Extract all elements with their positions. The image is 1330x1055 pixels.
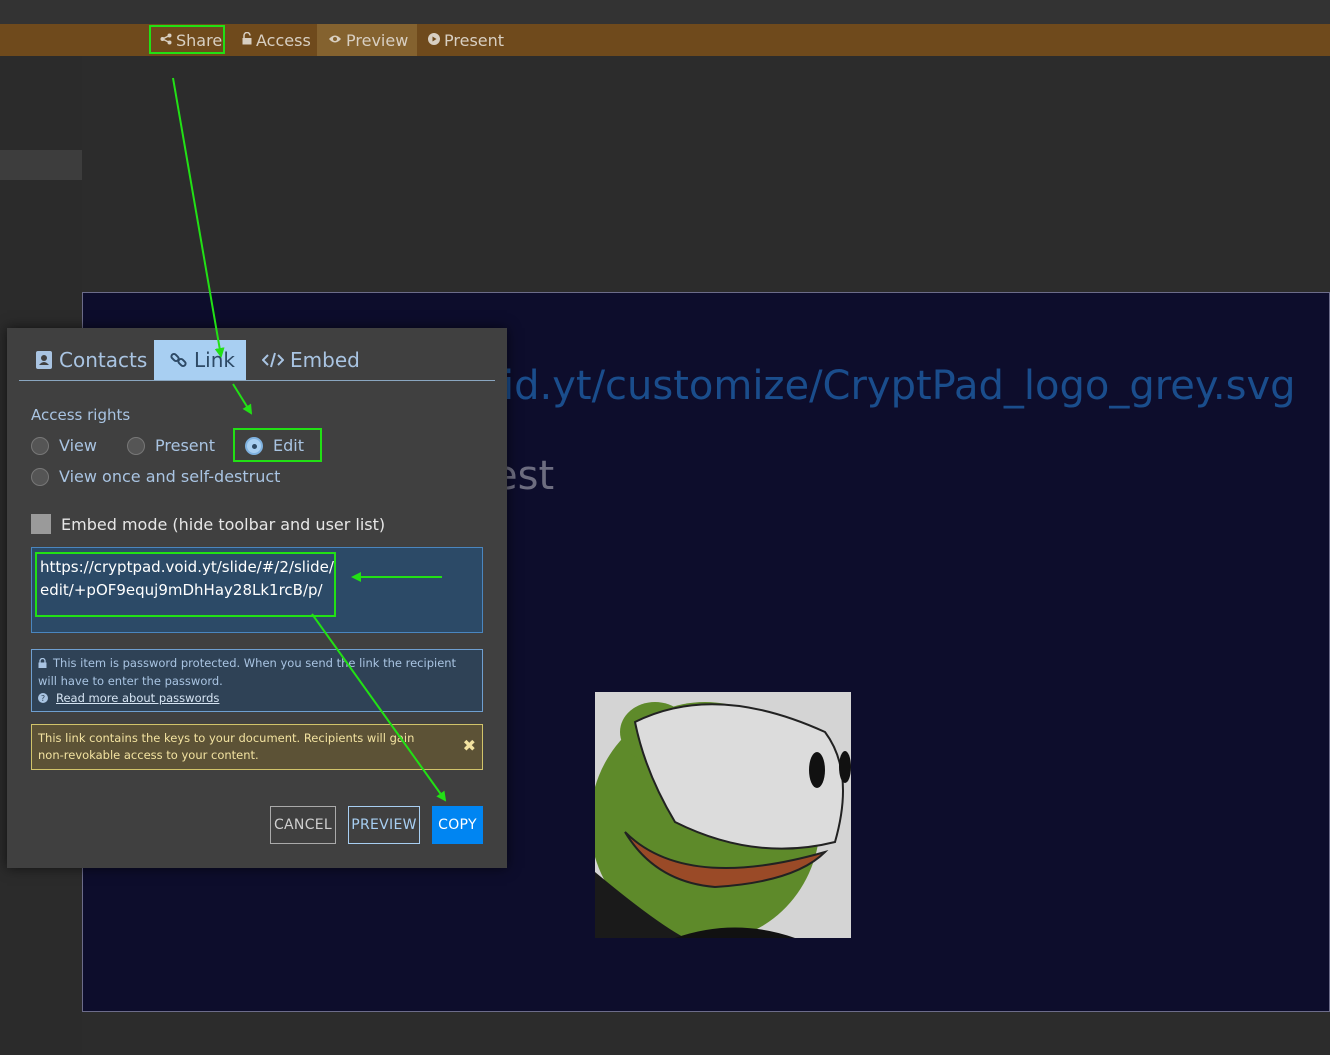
help-icon: ? — [38, 691, 48, 708]
radio-circle — [31, 436, 49, 455]
preview-toggle-button[interactable]: Preview — [317, 24, 417, 56]
access-button[interactable]: Access — [242, 24, 311, 56]
lock-icon — [242, 31, 252, 48]
radio-view-label: View — [59, 436, 97, 455]
link-icon — [170, 351, 188, 369]
tab-contacts[interactable]: Contacts — [19, 340, 154, 380]
radio-present[interactable]: Present — [127, 436, 215, 455]
copy-button[interactable]: COPY — [432, 806, 483, 844]
read-more-passwords-link[interactable]: Read more about passwords — [56, 691, 219, 705]
tab-link-label: Link — [194, 348, 235, 372]
play-icon — [428, 32, 440, 48]
eye-icon — [328, 33, 342, 47]
link-warning-text: This link contains the keys to your docu… — [38, 731, 415, 762]
embed-mode-option[interactable]: Embed mode (hide toolbar and user list) — [31, 514, 385, 534]
preview-button[interactable]: PREVIEW — [348, 806, 420, 844]
tab-contacts-label: Contacts — [59, 348, 148, 372]
access-label: Access — [256, 30, 311, 50]
tab-link[interactable]: Link — [154, 340, 246, 380]
access-rights-label: Access rights — [31, 406, 131, 424]
share-tabs: Contacts Link Embed — [19, 340, 495, 381]
annotation-link-highlight — [35, 552, 336, 617]
annotation-share-highlight — [149, 25, 225, 54]
radio-view[interactable]: View — [31, 436, 97, 455]
radio-circle — [31, 467, 49, 486]
link-warning: This link contains the keys to your docu… — [31, 724, 483, 770]
contacts-icon — [35, 350, 53, 370]
password-notice-text: This item is password protected. When yo… — [38, 656, 457, 688]
sidebar-item[interactable] — [0, 150, 82, 180]
radio-view-once-label: View once and self-destruct — [59, 467, 281, 486]
close-icon[interactable]: ✖ — [463, 737, 476, 754]
radio-view-once[interactable]: View once and self-destruct — [31, 467, 280, 486]
annotation-edit-highlight — [233, 428, 322, 462]
present-button[interactable]: Present — [428, 24, 504, 56]
embed-mode-checkbox[interactable] — [31, 514, 51, 534]
cancel-button[interactable]: CANCEL — [270, 806, 336, 844]
top-bar — [0, 0, 1330, 24]
embed-mode-label: Embed mode (hide toolbar and user list) — [61, 514, 386, 534]
present-label: Present — [444, 30, 505, 50]
tab-embed[interactable]: Embed — [246, 340, 366, 380]
svg-text:?: ? — [41, 694, 45, 703]
tab-embed-label: Embed — [290, 348, 360, 372]
slide-picture — [595, 692, 851, 938]
radio-circle — [127, 436, 145, 455]
password-notice: This item is password protected. When yo… — [31, 649, 483, 712]
radio-present-label: Present — [155, 436, 216, 455]
lock-icon — [38, 656, 47, 673]
slide-image-url: id.yt/customize/CryptPad_logo_grey.svg — [503, 363, 1296, 409]
preview-label: Preview — [346, 30, 409, 50]
embed-code-icon — [262, 352, 284, 368]
